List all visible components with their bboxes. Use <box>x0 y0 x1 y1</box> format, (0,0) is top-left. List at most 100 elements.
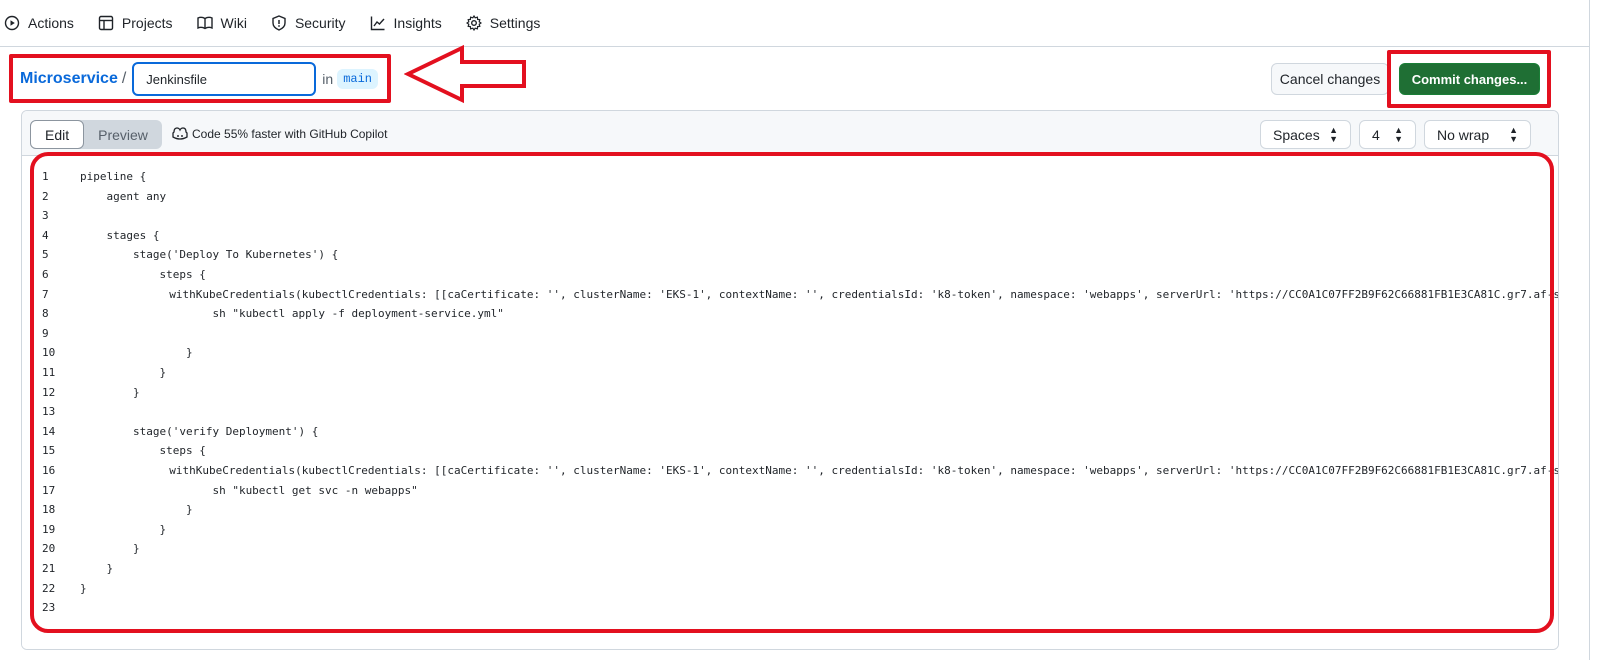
line-number: 4 <box>42 228 49 242</box>
commit-changes-button[interactable]: Commit changes... <box>1399 63 1540 95</box>
select-caret-icon: ▲ ▼ <box>1394 124 1403 144</box>
code-line: 17 sh "kubectl get svc -n webapps" <box>22 481 1558 500</box>
line-number: 7 <box>42 287 49 301</box>
shield-icon <box>272 15 286 31</box>
nav-settings[interactable]: Settings <box>465 0 541 47</box>
line-number: 2 <box>42 189 49 203</box>
indent-mode-select[interactable]: Spaces ▲ ▼ <box>1260 120 1351 149</box>
code-line: 11 } <box>22 363 1558 382</box>
line-number: 14 <box>42 424 56 438</box>
code-line: 7 withKubeCredentials(kubectlCredentials… <box>22 285 1559 304</box>
code-line: 23 <box>22 598 1558 617</box>
indent-size-select[interactable]: 4 ▲ ▼ <box>1359 120 1416 149</box>
line-number: 23 <box>42 601 56 615</box>
nav-label: Projects <box>121 15 173 31</box>
code-line: 20 } <box>22 539 1558 558</box>
line-number: 9 <box>42 326 49 340</box>
line-number: 5 <box>42 248 49 262</box>
line-number: 16 <box>42 464 56 477</box>
code-line: 4 stages { <box>22 226 1558 245</box>
branch-badge[interactable]: main <box>337 69 379 89</box>
play-circle-icon <box>4 15 20 31</box>
code-text: } <box>80 366 167 379</box>
nav-insights[interactable]: Insights <box>370 0 442 47</box>
line-number: 8 <box>42 307 49 321</box>
copilot-icon <box>172 127 188 140</box>
code-line: 22} <box>22 579 1558 598</box>
table-icon <box>98 15 114 31</box>
code-text: withKubeCredentials(kubectlCredentials: … <box>63 287 1559 301</box>
code-text: stage('verify Deployment') { <box>80 424 319 438</box>
line-number: 18 <box>42 503 56 517</box>
line-number: 15 <box>42 444 56 458</box>
repo-link[interactable]: Microservice <box>20 70 118 88</box>
copilot-label: Code 55% faster with GitHub Copilot <box>192 127 388 141</box>
tab-edit[interactable]: Edit <box>30 120 85 149</box>
code-text: agent any <box>80 189 167 203</box>
code-text: steps { <box>80 268 206 281</box>
select-caret-icon: ▲ ▼ <box>1329 124 1338 144</box>
code-text: sh "kubectl get svc -n webapps" <box>80 483 418 497</box>
cancel-changes-button[interactable]: Cancel changes <box>1271 63 1389 95</box>
nav-wiki[interactable]: Wiki <box>196 0 247 47</box>
code-line: 1 pipeline { <box>22 167 1558 186</box>
annotation-arrow-icon <box>404 44 526 104</box>
breadcrumb-separator: / <box>121 70 127 87</box>
code-line: 18 } <box>22 500 1558 519</box>
code-text: } <box>80 385 140 399</box>
gear-icon <box>465 15 482 31</box>
select-caret-icon: ▲ ▼ <box>1509 124 1518 144</box>
line-number: 10 <box>42 346 56 360</box>
copilot-promo[interactable]: Code 55% faster with GitHub Copilot <box>172 127 387 141</box>
line-number: 11 <box>42 366 56 379</box>
code-line: 9 <box>22 324 1558 343</box>
code-line: 8 sh "kubectl apply -f deployment-servic… <box>22 304 1558 323</box>
wrap-mode-select[interactable]: No wrap ▲ ▼ <box>1424 120 1531 149</box>
indent-mode-value: Spaces <box>1273 126 1320 143</box>
line-number: 19 <box>42 522 56 536</box>
edit-preview-toggle: Edit Preview <box>30 120 162 149</box>
code-text: sh "kubectl apply -f deployment-service.… <box>80 307 504 321</box>
code-line: 6 steps { <box>22 265 1558 284</box>
code-text: } <box>80 346 193 360</box>
nav-actions[interactable]: Actions <box>4 0 74 47</box>
nav-label: Actions <box>28 15 74 31</box>
line-number: 17 <box>42 483 56 497</box>
window-edge <box>1589 0 1590 660</box>
code-line: 12 } <box>22 383 1558 402</box>
line-number: 21 <box>42 562 56 575</box>
line-number: 20 <box>42 542 56 556</box>
nav-security[interactable]: Security <box>271 0 346 47</box>
line-number: 12 <box>42 385 56 399</box>
nav-label: Security <box>294 15 346 31</box>
book-icon <box>196 16 213 30</box>
tab-preview[interactable]: Preview <box>84 120 162 149</box>
code-line: 14 stage('verify Deployment') { <box>22 422 1558 441</box>
indent-size-value: 4 <box>1372 126 1380 143</box>
line-number: 22 <box>42 581 56 595</box>
editor-toolbar: Edit Preview Code 55% faster with GitHub… <box>22 111 1558 156</box>
code-line: 2 agent any <box>22 187 1558 206</box>
repo-nav: Actions Projects Wiki Security Insights … <box>0 0 1590 47</box>
code-line: 16 withKubeCredentials(kubectlCredential… <box>22 461 1559 480</box>
code-line: 21 } <box>22 559 1558 578</box>
nav-label: Settings <box>489 15 541 31</box>
breadcrumb: Microservice / in main <box>20 62 379 96</box>
code-text: } <box>80 581 87 595</box>
line-number: 6 <box>42 268 49 281</box>
code-text: } <box>80 522 167 536</box>
line-number: 13 <box>42 405 56 419</box>
code-editor: Edit Preview Code 55% faster with GitHub… <box>21 110 1559 650</box>
wrap-mode-value: No wrap <box>1437 126 1490 143</box>
nav-projects[interactable]: Projects <box>98 0 173 47</box>
code-text: stage('Deploy To Kubernetes') { <box>80 248 339 262</box>
nav-label: Insights <box>393 15 442 31</box>
code-line: 3 <box>22 206 1558 225</box>
filename-input[interactable] <box>132 62 317 96</box>
code-text: withKubeCredentials(kubectlCredentials: … <box>63 464 1559 477</box>
code-line: 5 stage('Deploy To Kubernetes') { <box>22 245 1558 264</box>
code-area[interactable]: 1 pipeline {2 agent any 3 4 stages {5 stage… <box>22 157 1559 649</box>
code-text: } <box>80 542 140 556</box>
line-number: 3 <box>42 209 49 223</box>
code-text: stages { <box>80 228 160 242</box>
